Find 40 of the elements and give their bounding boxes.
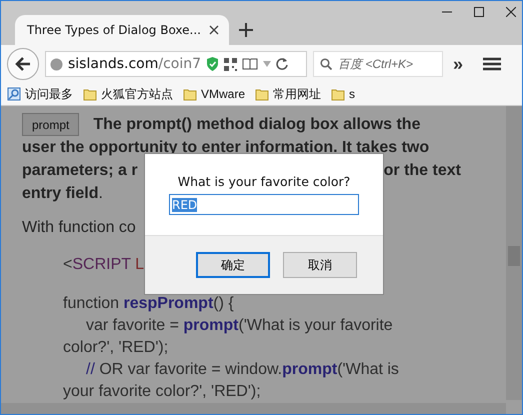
vertical-scrollbar[interactable] — [506, 106, 522, 400]
body-text: With function co — [22, 219, 137, 237]
folder-icon — [255, 87, 270, 101]
browser-tab[interactable]: Three Types of Dialog Boxe... — [15, 15, 229, 45]
code-line: your favorite color?', 'RED'); — [63, 382, 261, 402]
magnifier-icon — [7, 87, 21, 101]
code-line: // OR var favorite = window.prompt('What is — [85, 360, 399, 380]
dialog-button[interactable]: 确定 — [196, 252, 270, 278]
bookmark-item[interactable]: s — [329, 87, 358, 101]
code-line: function respPrompt() { — [63, 294, 234, 314]
bookmark-item[interactable]: 常用网址 — [253, 86, 324, 102]
book-icon[interactable] — [242, 58, 258, 70]
code-line: color?', 'RED'); — [63, 338, 168, 358]
prompt-button[interactable]: prompt — [22, 113, 80, 136]
qr-code-icon[interactable] — [224, 58, 238, 70]
url-text: sislands.com/coin7 — [68, 56, 202, 72]
dialog-message: What is your favorite color? — [178, 174, 350, 189]
reload-icon[interactable] — [276, 58, 288, 70]
back-button[interactable] — [7, 48, 39, 80]
dialog-button[interactable]: 取消 — [283, 252, 357, 278]
search-field[interactable]: 百度 <Ctrl+K> — [313, 51, 443, 77]
overflow-button[interactable]: » — [449, 54, 468, 74]
folder-icon — [331, 87, 346, 101]
menu-icon[interactable] — [483, 57, 502, 71]
input-field[interactable]: RED — [169, 194, 359, 215]
plus-icon[interactable] — [239, 23, 253, 37]
maximize-icon[interactable] — [474, 7, 484, 17]
close-icon[interactable] — [209, 25, 219, 35]
bookmark-item[interactable]: 访问最多 — [5, 86, 75, 102]
bookmark-item[interactable]: VMware — [181, 87, 248, 101]
bookmark-item[interactable]: 火狐官方站点 — [81, 86, 175, 102]
code-line: var favorite = prompt('What is your favorite — [85, 316, 393, 336]
horizontal-scrollbar[interactable] — [1, 403, 506, 414]
address-bar[interactable]: sislands.com/coin7 — [45, 51, 307, 77]
close-icon[interactable] — [506, 7, 516, 17]
folder-icon — [83, 87, 97, 101]
code-line: <SCRIPT L — [63, 255, 144, 275]
shield-icon[interactable] — [206, 56, 220, 72]
folder-icon — [183, 87, 197, 101]
back-arrow-icon — [15, 57, 31, 71]
